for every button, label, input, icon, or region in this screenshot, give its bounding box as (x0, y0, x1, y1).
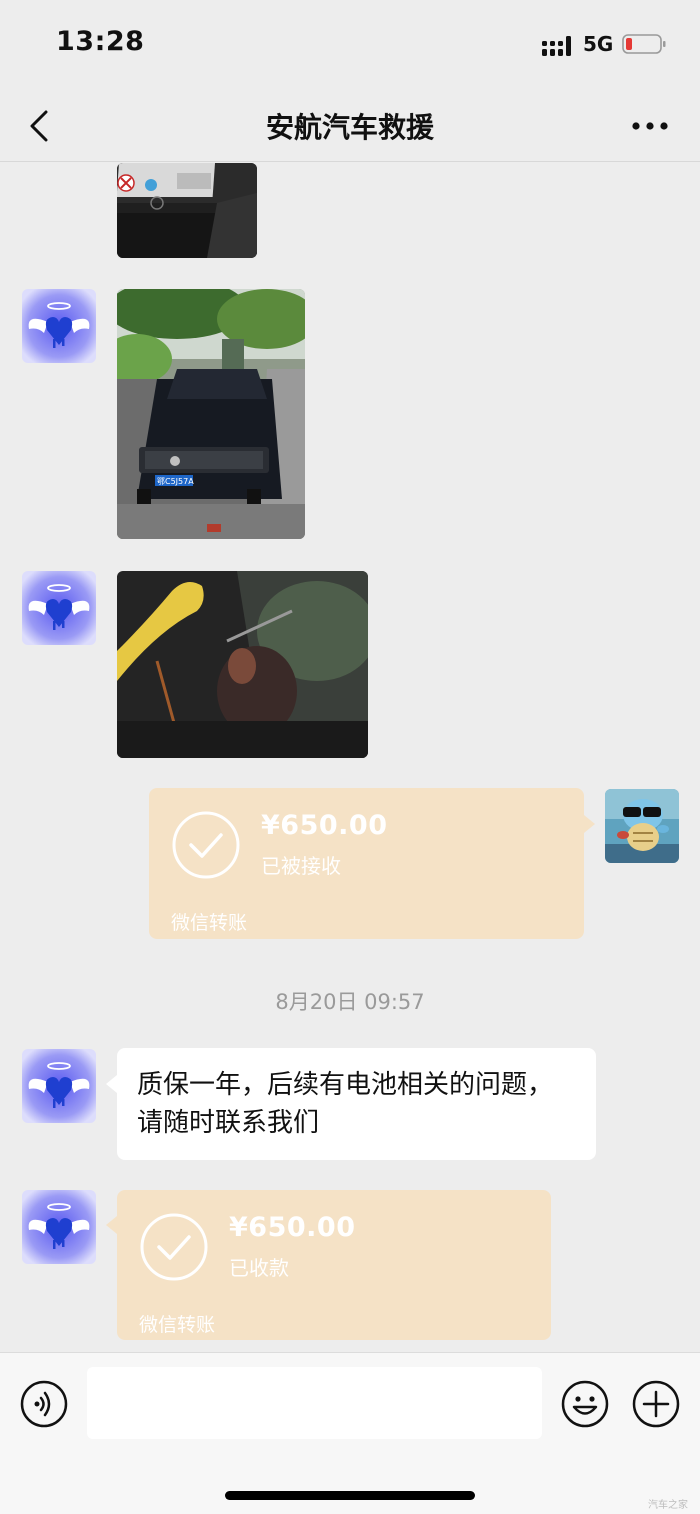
status-time: 13:28 (56, 26, 145, 57)
network-type: 5G (583, 32, 614, 56)
transfer-amount: ¥650.00 (229, 1212, 356, 1243)
license-plate: 鄂C5J57A (157, 477, 194, 486)
chat-title: 安航汽车救援 (265, 111, 434, 144)
transfer-card-received[interactable]: ¥650.00 已收款 微信转账 (117, 1190, 551, 1340)
bubble-tail (106, 1075, 117, 1093)
transfer-label: 微信转账 (171, 912, 248, 934)
message-input[interactable] (87, 1367, 542, 1439)
transfer-label: 微信转账 (139, 1314, 216, 1336)
transfer-status: 已被接收 (261, 854, 341, 878)
transfer-amount: ¥650.00 (261, 810, 388, 841)
text-message[interactable]: 质保一年，后续有电池相关的问题，请随时联系我们 (117, 1048, 596, 1160)
emoji-icon[interactable] (561, 1380, 609, 1428)
contact-avatar[interactable] (22, 1049, 96, 1123)
voice-input-icon[interactable] (20, 1380, 68, 1428)
check-circle-icon (140, 1213, 208, 1281)
check-circle-icon (172, 811, 240, 879)
input-bar (0, 1352, 700, 1514)
my-avatar[interactable] (605, 789, 679, 863)
battery-icon (622, 34, 666, 54)
watermark: 汽车之家 (648, 1500, 688, 1511)
contact-avatar[interactable] (22, 289, 96, 363)
signal-icon (542, 36, 571, 56)
image-message-battery[interactable] (117, 163, 257, 258)
bubble-tail (106, 1216, 117, 1234)
message-timestamp: 8月20日 09:57 (275, 990, 425, 1014)
plus-icon[interactable] (632, 1380, 680, 1428)
image-message-reflection[interactable] (117, 571, 368, 758)
image-message-car[interactable]: 鄂C5J57A (117, 289, 305, 539)
transfer-card-sent[interactable]: ¥650.00 已被接收 微信转账 (149, 788, 584, 939)
contact-avatar[interactable] (22, 571, 96, 645)
home-indicator[interactable] (225, 1491, 475, 1500)
more-options-icon[interactable] (628, 108, 672, 144)
nav-bar: 安航汽车救援 (0, 90, 700, 162)
bubble-tail (584, 815, 595, 833)
contact-avatar[interactable] (22, 1190, 96, 1264)
status-bar: 13:28 5G (0, 0, 700, 90)
transfer-status: 已收款 (229, 1256, 289, 1280)
